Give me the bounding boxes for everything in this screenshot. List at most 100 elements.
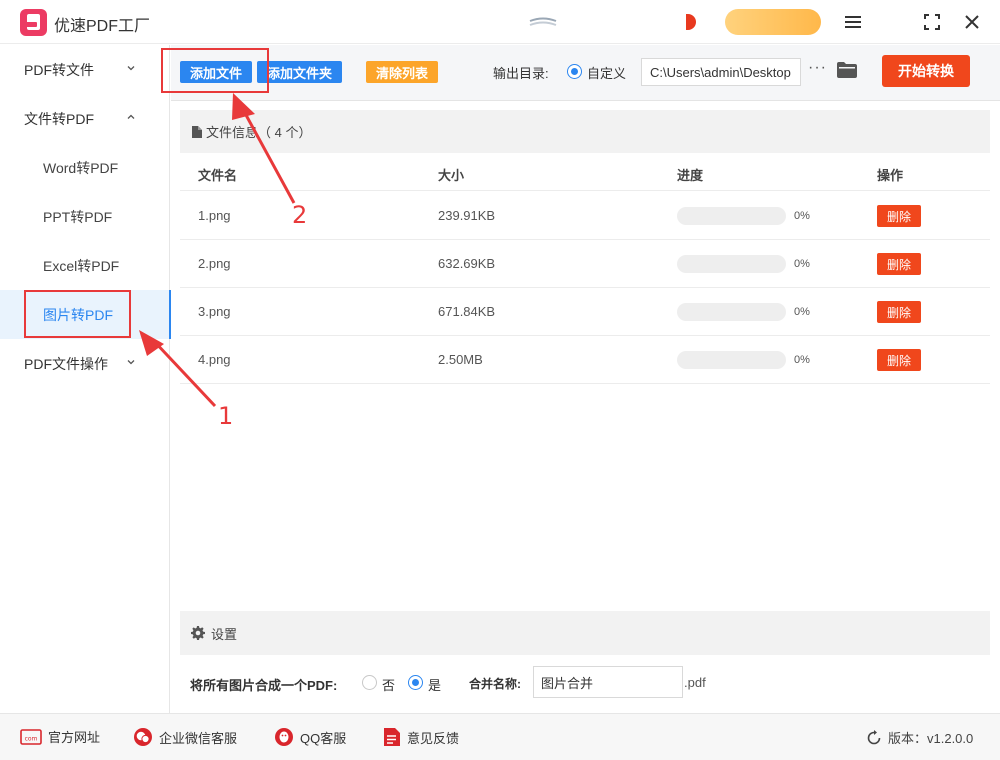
- progress-bar: [677, 351, 786, 369]
- sidebar-item-file-to-pdf[interactable]: 文件转PDF: [0, 94, 170, 143]
- ad-banner-icon[interactable]: [528, 14, 558, 30]
- website-icon: com: [20, 728, 42, 745]
- merge-name-label: 合并名称:: [469, 677, 521, 691]
- add-file-button[interactable]: 添加文件: [180, 61, 252, 83]
- column-header-name: 文件名: [198, 168, 238, 183]
- qq-label: QQ客服: [300, 730, 347, 746]
- wechat-label: 企业微信客服: [159, 730, 238, 746]
- sidebar: PDF转文件 文件转PDF Word转PDF PPT转PDF Excel转PDF…: [0, 45, 171, 713]
- file-count-title: 文件信息（ 4 个）: [206, 125, 312, 140]
- sidebar-item-label: 文件转PDF: [24, 110, 94, 127]
- sidebar-item-label: Excel转PDF: [43, 257, 120, 274]
- delete-file-button[interactable]: 删除: [877, 205, 921, 227]
- sidebar-item-pdf-to-file[interactable]: PDF转文件: [0, 45, 170, 94]
- progress-bar: [677, 207, 786, 225]
- wechat-icon: [134, 728, 152, 746]
- menu-icon[interactable]: [842, 11, 864, 33]
- progress-percent: 0%: [794, 210, 810, 222]
- file-size-cell: 632.69KB: [438, 256, 496, 271]
- qq-icon: [275, 728, 293, 746]
- table-row: 4.png 2.50MB 0% 删除: [180, 336, 990, 384]
- sidebar-item-label: PDF转文件: [24, 61, 94, 78]
- progress-percent: 0%: [794, 258, 810, 270]
- delete-file-button[interactable]: 删除: [877, 253, 921, 275]
- svg-text:com: com: [25, 735, 38, 742]
- more-options-button[interactable]: ···: [808, 59, 827, 77]
- custom-dir-label: 自定义: [587, 66, 627, 81]
- pdf-extension-label: .pdf: [684, 675, 706, 690]
- sidebar-item-label: PPT转PDF: [43, 208, 113, 225]
- sidebar-item-excel-to-pdf[interactable]: Excel转PDF: [0, 241, 170, 290]
- merge-pdf-label: 将所有图片合成一个PDF:: [190, 678, 338, 693]
- merge-yes-label: 是: [428, 678, 442, 693]
- table-header: 文件名 大小 进度 操作: [180, 153, 990, 191]
- file-name-cell: 3.png: [198, 304, 231, 319]
- file-info-header: 文件信息（ 4 个）: [180, 110, 990, 153]
- settings-title: 设置: [211, 626, 238, 642]
- feedback-label: 意见反馈: [407, 730, 460, 746]
- version-info: 版本：v1.2.0.0: [866, 728, 973, 747]
- file-size-cell: 239.91KB: [438, 208, 496, 223]
- merge-no-radio[interactable]: [362, 675, 377, 690]
- file-name-cell: 1.png: [198, 208, 231, 223]
- custom-dir-radio[interactable]: [567, 64, 582, 79]
- file-name-cell: 4.png: [198, 352, 231, 367]
- clear-list-button[interactable]: 清除列表: [366, 61, 438, 83]
- qq-support-link[interactable]: QQ客服: [274, 727, 346, 747]
- merge-name-input[interactable]: [533, 666, 683, 698]
- column-header-progress: 进度: [677, 168, 704, 183]
- merge-yes-radio[interactable]: [408, 675, 423, 690]
- column-header-action: 操作: [877, 168, 904, 183]
- wechat-support-link[interactable]: 企业微信客服: [133, 727, 237, 747]
- version-label: 版本：v1.2.0.0: [888, 731, 974, 746]
- folder-icon[interactable]: [837, 62, 857, 78]
- chevron-down-icon: [127, 66, 135, 71]
- feedback-icon: [384, 728, 400, 746]
- file-name-cell: 2.png: [198, 256, 231, 271]
- sidebar-item-label: Word转PDF: [43, 159, 119, 176]
- sidebar-item-image-to-pdf[interactable]: 图片转PDF: [0, 290, 171, 339]
- add-folder-button[interactable]: 添加文件夹: [257, 61, 342, 83]
- sidebar-item-ppt-to-pdf[interactable]: PPT转PDF: [0, 192, 170, 241]
- settings-header: 设置: [180, 611, 990, 655]
- chevron-down-icon: [127, 360, 135, 365]
- file-list-panel: 文件信息（ 4 个） 文件名 大小 进度 操作 1.png 239.91KB 0% 删…: [180, 110, 990, 610]
- sidebar-item-label: 图片转PDF: [43, 306, 113, 323]
- promo-pill-button[interactable]: [725, 9, 821, 35]
- app-title: 优速PDF工厂: [54, 18, 151, 35]
- app-logo-icon: [20, 9, 47, 36]
- ad-badge-icon[interactable]: [686, 14, 696, 30]
- progress-percent: 0%: [794, 306, 810, 318]
- refresh-icon[interactable]: [866, 729, 882, 746]
- output-dir-label: 输出目录:: [493, 66, 549, 81]
- sidebar-item-word-to-pdf[interactable]: Word转PDF: [0, 143, 170, 192]
- title-bar: 优速PDF工厂: [0, 0, 1000, 44]
- document-icon: [192, 125, 202, 138]
- website-label: 官方网址: [48, 730, 101, 745]
- chevron-up-icon: [127, 114, 135, 119]
- maximize-icon[interactable]: [921, 11, 943, 33]
- output-path-input[interactable]: [641, 58, 801, 86]
- file-size-cell: 671.84KB: [438, 304, 496, 319]
- toolbar: 添加文件 添加文件夹 清除列表 输出目录: 自定义 ··· 开始转换: [171, 45, 1000, 101]
- annotation-number-1: 1: [218, 402, 234, 430]
- footer: com 官方网址 企业微信客服 QQ客服 意见反馈 版本：v1.2.0.0: [0, 713, 1000, 760]
- sidebar-item-pdf-operations[interactable]: PDF文件操作: [0, 339, 170, 388]
- delete-file-button[interactable]: 删除: [877, 301, 921, 323]
- table-row: 2.png 632.69KB 0% 删除: [180, 240, 990, 288]
- column-header-size: 大小: [438, 168, 465, 183]
- delete-file-button[interactable]: 删除: [877, 349, 921, 371]
- progress-bar: [677, 303, 786, 321]
- file-size-cell: 2.50MB: [438, 352, 483, 367]
- feedback-link[interactable]: 意见反馈: [383, 727, 459, 747]
- annotation-number-2: 2: [292, 201, 308, 229]
- progress-percent: 0%: [794, 354, 810, 366]
- website-link[interactable]: com 官方网址: [20, 727, 100, 746]
- close-icon[interactable]: [961, 11, 983, 33]
- sidebar-item-label: PDF文件操作: [24, 355, 108, 372]
- merge-no-label: 否: [382, 678, 396, 693]
- settings-panel: 将所有图片合成一个PDF: 否 是 合并名称: .pdf: [180, 655, 990, 705]
- table-row: 3.png 671.84KB 0% 删除: [180, 288, 990, 336]
- progress-bar: [677, 255, 786, 273]
- start-convert-button[interactable]: 开始转换: [882, 55, 970, 87]
